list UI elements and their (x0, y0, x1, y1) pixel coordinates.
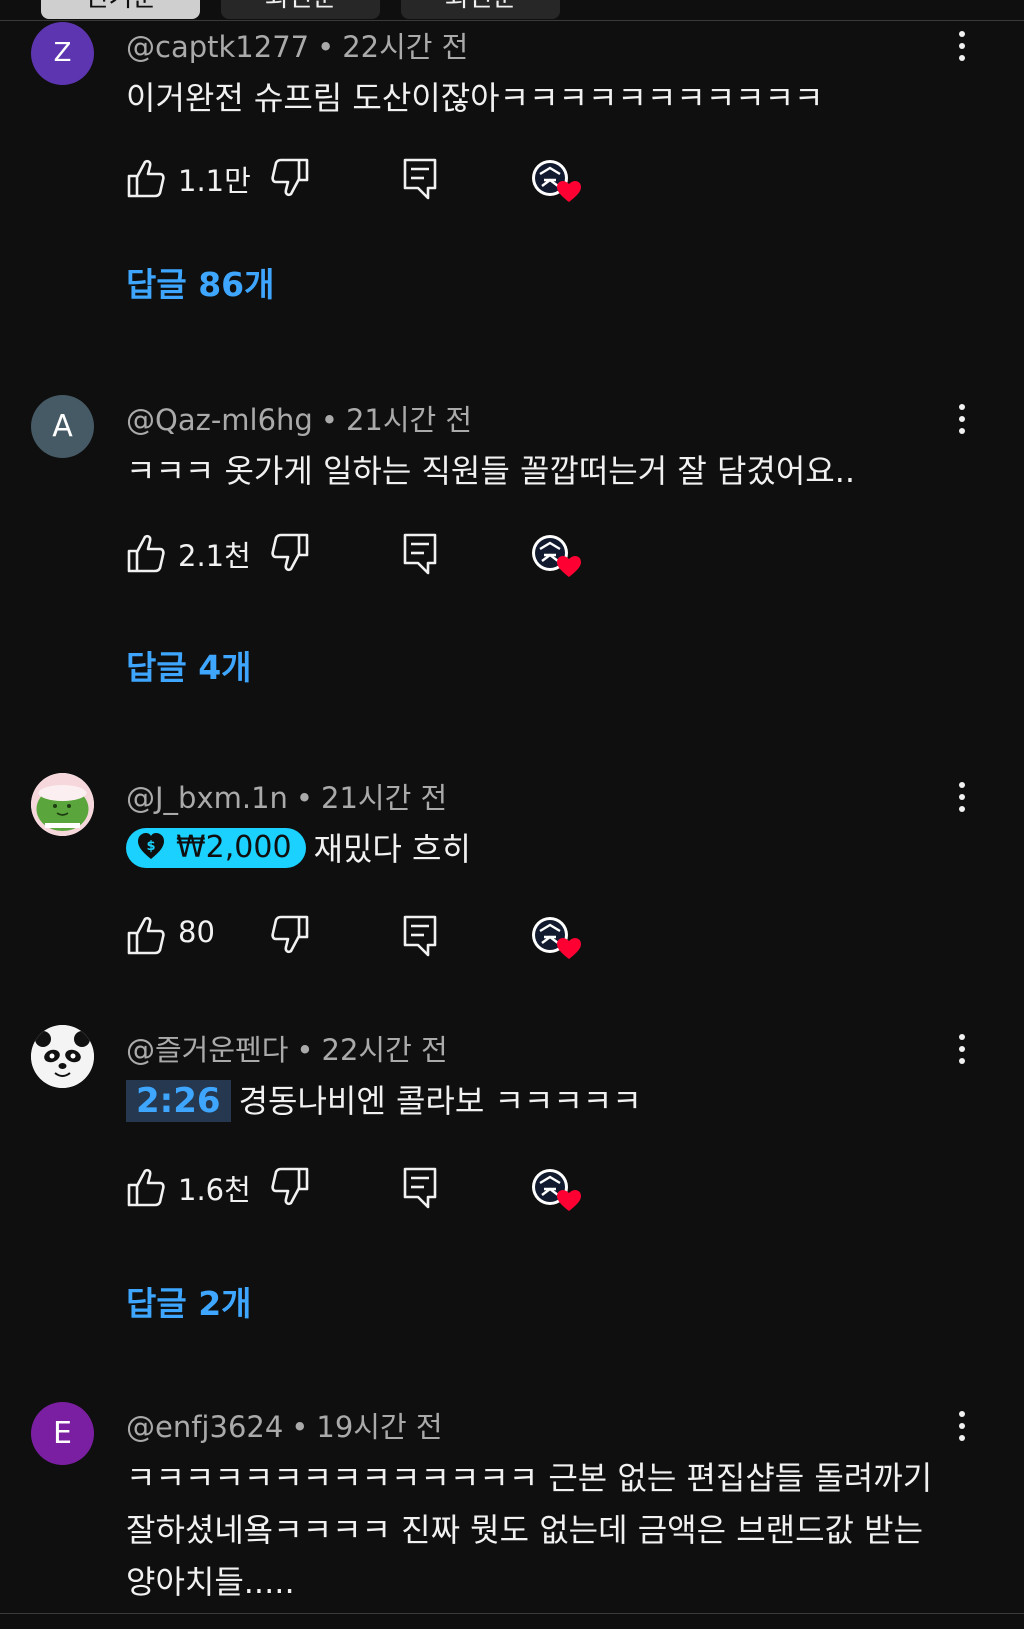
avatar[interactable]: Z (31, 22, 94, 85)
comment-meta: @enfj3624 • 19시간 전 (126, 1404, 443, 1446)
comment-actions: 1.6천 (126, 1163, 726, 1211)
comment-meta: @J_bxm.1n • 21시간 전 (126, 775, 447, 817)
comment-meta: @Qaz-ml6hg • 21시간 전 (126, 397, 472, 439)
comment-author[interactable]: @Qaz-ml6hg (126, 403, 313, 437)
comment-actions: 2.1천 (126, 529, 726, 577)
more-options-icon[interactable] (950, 1025, 974, 1073)
comment-time: 21시간 전 (321, 781, 448, 815)
avatar[interactable] (31, 773, 94, 836)
svg-text:$: $ (146, 839, 155, 854)
comment-meta: @즐거운펜다 • 22시간 전 (126, 1027, 448, 1069)
creator-heart-icon (532, 1169, 581, 1211)
comment-meta: @captk1277 • 22시간 전 (126, 24, 468, 66)
view-replies-button[interactable]: 답글 4개 (126, 641, 252, 689)
more-options-icon[interactable] (950, 1402, 974, 1450)
comment-actions: 1.1만 (126, 154, 726, 202)
like-icon[interactable] (126, 911, 166, 959)
like-count: 1.1만 (178, 164, 251, 198)
view-replies-button[interactable]: 답글 2개 (126, 1277, 252, 1325)
avatar[interactable]: E (31, 1402, 94, 1465)
separator-dot: • (291, 1410, 309, 1444)
like-count: 80 (178, 915, 215, 949)
more-options-icon[interactable] (950, 773, 974, 821)
like-icon[interactable] (126, 154, 166, 202)
separator-dot: • (320, 403, 338, 437)
comment-author[interactable]: @enfj3624 (126, 1410, 283, 1444)
comment-text: 경동나비엔 콜라보 ㅋㅋㅋㅋㅋ (238, 1082, 642, 1120)
sort-chip-top[interactable]: 인기순 (41, 0, 200, 19)
avatar[interactable] (31, 1025, 94, 1088)
green-character-avatar-icon (31, 773, 94, 836)
sort-chip-replies[interactable]: 회신순 (401, 0, 560, 19)
comment-body: 2:26 경동나비엔 콜라보 ㅋㅋㅋㅋㅋ (126, 1075, 956, 1127)
creator-heart-icon (532, 917, 581, 959)
comment-text: ㅋㅋㅋㅋㅋㅋㅋㅋㅋㅋㅋㅋㅋㅋ 근본 없는 편집샵들 돌려까기 잘하셨네욬ㅋㅋㅋㅋ… (126, 1459, 933, 1601)
comment-author[interactable]: @captk1277 (126, 30, 309, 64)
comment-text: 이거완전 슈프림 도산이잖아ㅋㅋㅋㅋㅋㅋㅋㅋㅋㅋㅋ (126, 79, 824, 117)
comment-text: 재밌다 흐히 (313, 830, 471, 868)
more-options-icon[interactable] (950, 395, 974, 443)
comment-author[interactable]: @즐거운펜다 (126, 1033, 288, 1067)
dislike-icon[interactable] (270, 529, 310, 577)
comment-time: 22시간 전 (321, 1033, 448, 1067)
like-count: 2.1천 (178, 539, 251, 573)
reply-icon[interactable] (402, 154, 438, 202)
reply-icon[interactable] (402, 1163, 438, 1211)
dislike-icon[interactable] (270, 1163, 310, 1211)
comment-text: ㅋㅋㅋ 옷가게 일하는 직원들 꼴깝떠는거 잘 담겼어요.. (126, 452, 856, 490)
comment-time: 22시간 전 (342, 30, 469, 64)
panda-avatar-icon (31, 1025, 94, 1088)
dislike-icon[interactable] (270, 911, 310, 959)
creator-heart-icon (532, 535, 581, 577)
comment-actions: 80 (126, 911, 726, 959)
video-timestamp-link[interactable]: 2:26 (126, 1080, 231, 1122)
comment-body: $ ₩2,000 재밌다 흐히 (126, 823, 956, 875)
view-replies-button[interactable]: 답글 86개 (126, 258, 275, 306)
like-icon[interactable] (126, 529, 166, 577)
separator-dot: • (295, 781, 314, 815)
bottom-divider (0, 1613, 1024, 1629)
creator-heart-icon (532, 160, 581, 202)
super-thanks-chip: $ ₩2,000 (126, 828, 306, 868)
dislike-icon[interactable] (270, 154, 310, 202)
separator-dot: • (296, 1033, 314, 1067)
comment-author[interactable]: @J_bxm.1n (126, 781, 288, 815)
reply-icon[interactable] (402, 911, 438, 959)
sort-bar: 인기순 최신순 회신순 (0, 0, 1024, 21)
super-thanks-amount: ₩2,000 (176, 830, 292, 865)
super-thanks-heart-icon: $ (138, 833, 164, 859)
separator-dot: • (317, 30, 335, 64)
comment-time: 19시간 전 (316, 1410, 443, 1444)
avatar[interactable]: A (31, 395, 94, 458)
more-options-icon[interactable] (950, 22, 974, 70)
sort-chip-newest[interactable]: 최신순 (221, 0, 380, 19)
like-icon[interactable] (126, 1163, 166, 1211)
comment-time: 21시간 전 (345, 403, 473, 437)
like-count: 1.6천 (178, 1173, 251, 1207)
reply-icon[interactable] (402, 529, 438, 577)
